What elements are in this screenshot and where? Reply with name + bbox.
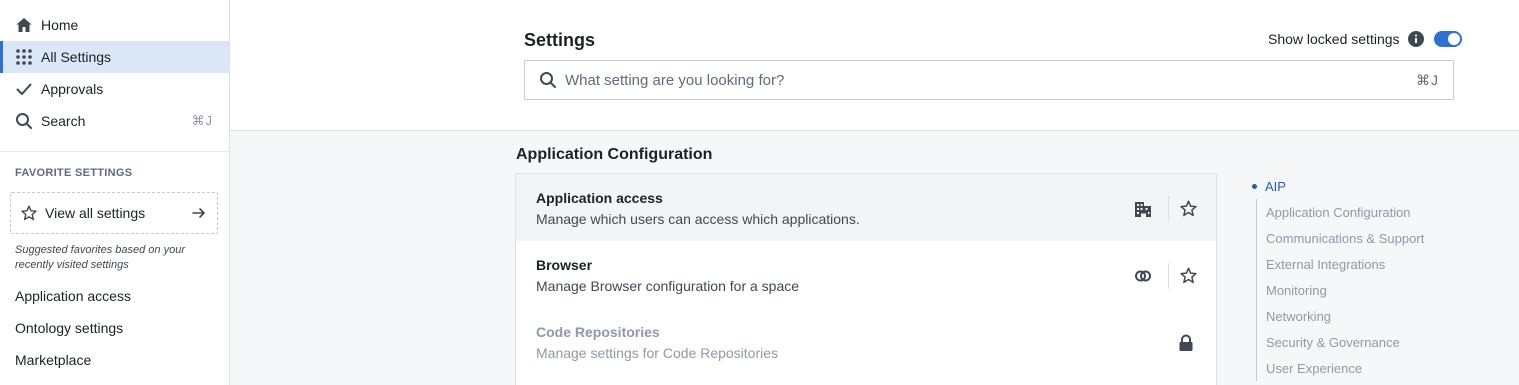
settings-search: ⌘J bbox=[524, 60, 1454, 100]
sidebar-item-label: All Settings bbox=[41, 49, 112, 65]
favorite-link-application-access[interactable]: Application access bbox=[0, 280, 229, 312]
grid-icon bbox=[15, 48, 33, 66]
favorites-heading: FAVORITE SETTINGS bbox=[15, 167, 133, 179]
link-rings-icon bbox=[1133, 266, 1153, 286]
sidebar-item-approvals[interactable]: Approvals bbox=[0, 73, 229, 105]
sidebar: Home All Settings Approvals Search ⌘J FA… bbox=[0, 0, 230, 385]
toc-item-communications-support[interactable]: Communications & Support bbox=[1266, 225, 1424, 251]
sidebar-item-all-settings[interactable]: All Settings bbox=[0, 41, 229, 73]
search-shortcut: ⌘J bbox=[191, 113, 213, 128]
suggested-favorites-note: Suggested favorites based on your recent… bbox=[15, 244, 186, 271]
setting-name: Browser bbox=[536, 257, 593, 273]
arrow-right-icon bbox=[191, 205, 207, 221]
search-icon bbox=[15, 112, 33, 130]
sidebar-item-label: Home bbox=[41, 17, 79, 33]
toc-item-networking[interactable]: Networking bbox=[1266, 303, 1424, 329]
setting-name: Code Repositories bbox=[536, 324, 660, 340]
sidebar-item-search[interactable]: Search ⌘J bbox=[0, 105, 229, 137]
favorite-link-marketplace[interactable]: Marketplace bbox=[0, 344, 229, 376]
info-icon[interactable] bbox=[1407, 31, 1424, 47]
row-divider bbox=[1168, 196, 1169, 222]
toc-list: Application Configuration Communications… bbox=[1256, 199, 1424, 381]
toggle-knob bbox=[1447, 33, 1460, 45]
toc-active-label: AIP bbox=[1265, 178, 1286, 194]
settings-card-list: Application access Manage which users ca… bbox=[515, 173, 1217, 385]
setting-name: Application access bbox=[536, 190, 663, 206]
settings-search-input[interactable] bbox=[565, 71, 1416, 89]
setting-row-application-access[interactable]: Application access Manage which users ca… bbox=[516, 174, 1216, 241]
show-locked-settings: Show locked settings bbox=[1268, 31, 1462, 47]
checkmark-icon bbox=[15, 80, 33, 98]
setting-description: Manage Browser configuration for a space bbox=[536, 278, 800, 294]
toc-item-aip[interactable]: AIP bbox=[1252, 176, 1424, 196]
settings-header: Settings Show locked settings ⌘J bbox=[230, 0, 1519, 131]
view-all-settings-button[interactable]: View all settings bbox=[10, 192, 218, 234]
toc-item-external-integrations[interactable]: External Integrations bbox=[1266, 251, 1424, 277]
active-dot bbox=[1252, 183, 1257, 189]
section-title: Application Configuration bbox=[516, 146, 713, 163]
building-icon bbox=[1133, 199, 1153, 219]
star-icon bbox=[21, 205, 37, 221]
lock-icon bbox=[1178, 334, 1196, 352]
show-locked-label: Show locked settings bbox=[1268, 31, 1400, 47]
sidebar-item-home[interactable]: Home bbox=[0, 9, 229, 41]
toc-item-security-governance[interactable]: Security & Governance bbox=[1266, 329, 1424, 355]
setting-row-code-repositories[interactable]: Code Repositories Manage settings for Co… bbox=[516, 308, 1216, 375]
toc-item-user-experience[interactable]: User Experience bbox=[1266, 355, 1424, 381]
favorite-star-icon[interactable] bbox=[1178, 265, 1198, 285]
favorite-star-icon[interactable] bbox=[1178, 198, 1198, 218]
favorite-link-ontology-settings[interactable]: Ontology settings bbox=[0, 312, 229, 344]
toc-item-application-configuration[interactable]: Application Configuration bbox=[1266, 199, 1424, 225]
home-icon bbox=[15, 16, 33, 34]
page-title: Settings bbox=[524, 30, 596, 50]
toc-item-monitoring[interactable]: Monitoring bbox=[1266, 277, 1424, 303]
setting-description: Manage settings for Code Repositories bbox=[536, 345, 779, 361]
search-icon bbox=[539, 71, 557, 89]
show-locked-toggle[interactable] bbox=[1433, 31, 1462, 47]
sidebar-item-label: Approvals bbox=[41, 81, 104, 97]
settings-toc: AIP Application Configuration Communicat… bbox=[1252, 176, 1424, 381]
setting-row-browser[interactable]: Browser Manage Browser configuration for… bbox=[516, 241, 1216, 308]
view-all-settings-label: View all settings bbox=[45, 205, 146, 221]
search-shortcut: ⌘J bbox=[1416, 71, 1439, 88]
setting-description: Manage which users can access which appl… bbox=[536, 211, 860, 227]
row-divider bbox=[1168, 263, 1169, 289]
sidebar-item-label: Search bbox=[41, 113, 86, 129]
